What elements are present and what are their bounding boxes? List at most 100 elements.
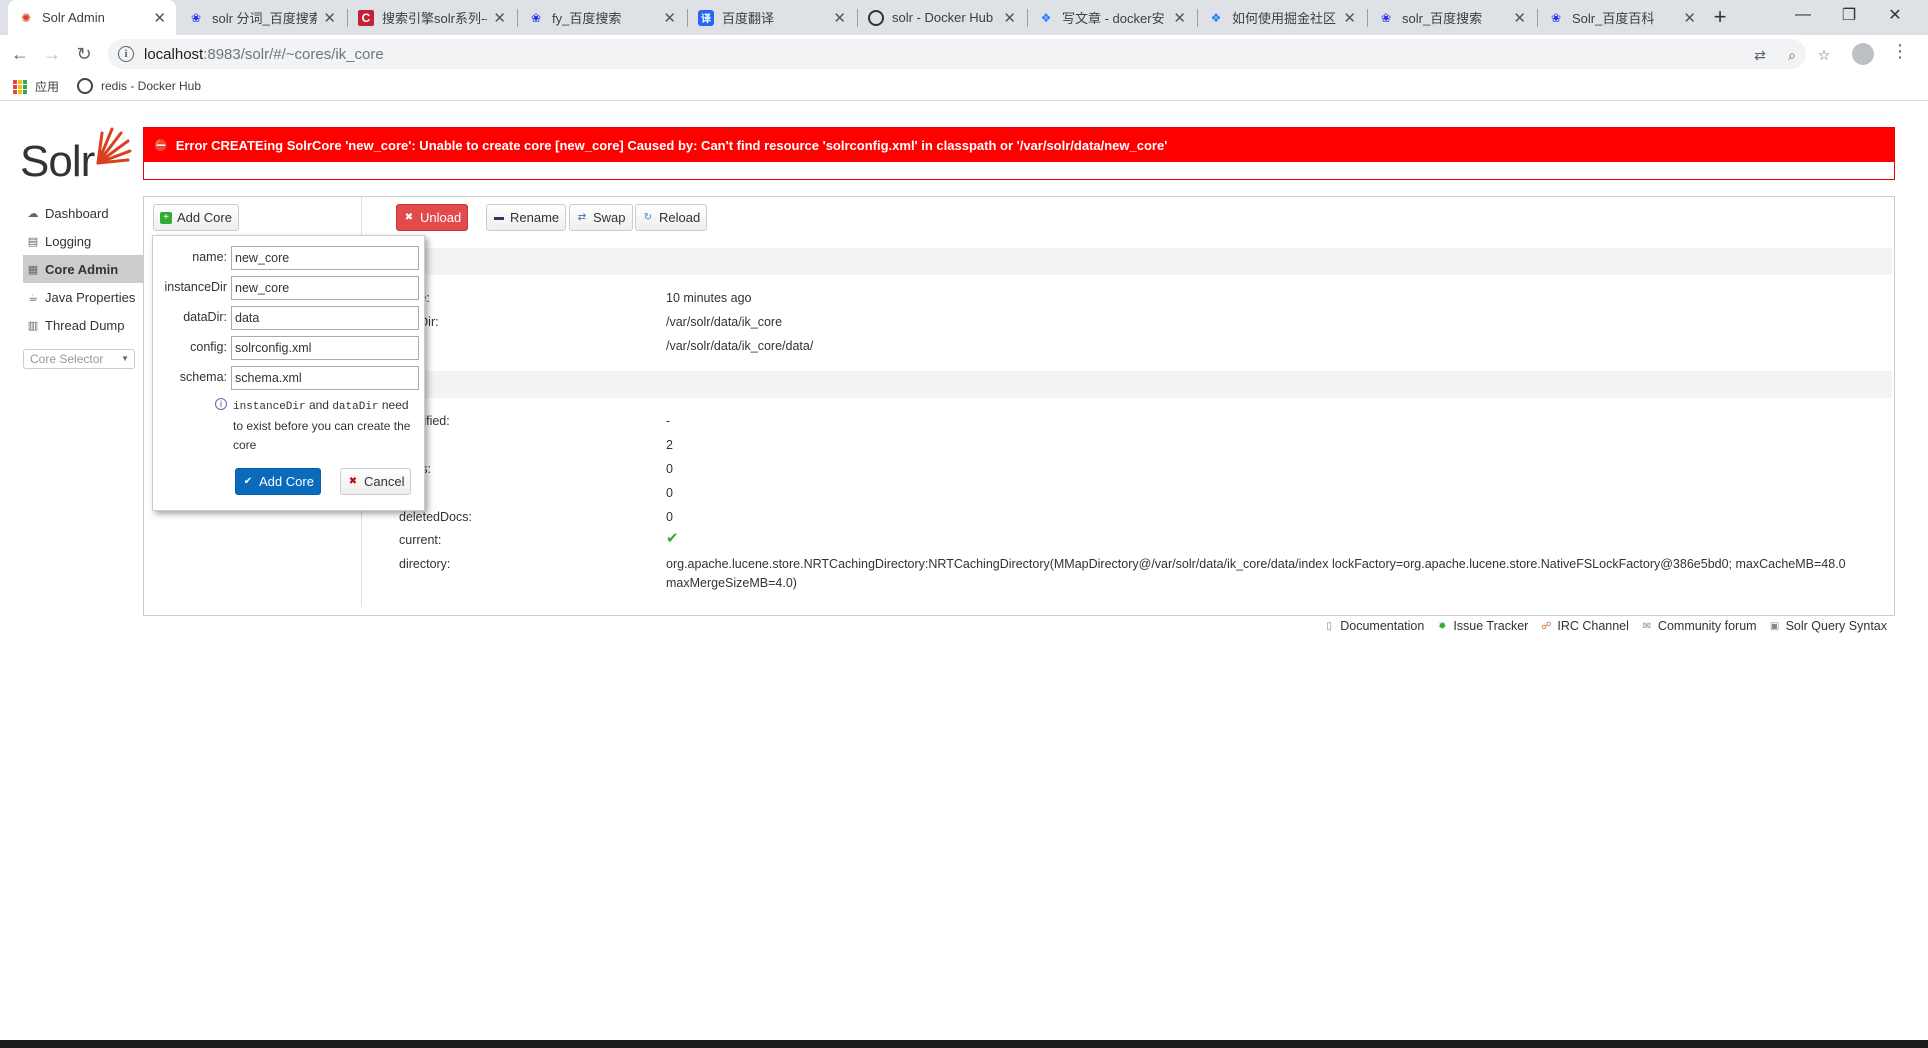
- close-icon[interactable]: ✕: [493, 9, 506, 27]
- check-icon: ✔: [243, 476, 253, 487]
- restore-button[interactable]: ❐: [1826, 0, 1872, 30]
- baidu-paw-icon: ❀: [190, 10, 202, 25]
- star-icon[interactable]: ☆: [1814, 45, 1834, 65]
- baidu-translate-icon: 译: [698, 9, 714, 26]
- form-row-instancedir: instanceDir: [153, 276, 426, 300]
- close-icon[interactable]: ✕: [153, 9, 166, 27]
- tab-title: 百度翻译: [722, 11, 775, 26]
- error-bar: ⛔ Error CREATEing SolrCore 'new_core': U…: [144, 128, 1894, 162]
- solr-logo[interactable]: Solr: [20, 125, 132, 186]
- juejin-icon: ❖: [1040, 10, 1052, 25]
- index-value: -: [666, 414, 671, 428]
- back-button[interactable]: ←: [6, 40, 34, 68]
- tab-baidu-solr[interactable]: ❀ solr 分词_百度搜索 ✕: [178, 0, 346, 35]
- field-label: schema:: [179, 370, 227, 384]
- close-icon[interactable]: ✕: [1003, 9, 1016, 27]
- baidu-paw-icon: ❀: [530, 10, 542, 25]
- unload-button[interactable]: ✖ Unload: [396, 204, 469, 231]
- data-dir-input[interactable]: [231, 306, 419, 330]
- rename-button[interactable]: ▬ Rename: [486, 204, 567, 231]
- submit-add-core-button[interactable]: ✔ Add Core: [235, 468, 321, 495]
- form-hint: instanceDir and dataDir need to exist be…: [233, 398, 411, 452]
- config-input[interactable]: [231, 336, 419, 360]
- tab-baidu-translate[interactable]: 译 百度翻译 ✕: [688, 0, 856, 35]
- core-admin-icon: ▦: [27, 263, 39, 276]
- close-icon[interactable]: ✕: [1513, 9, 1526, 27]
- footer-link-community-forum[interactable]: ✉ Community forum: [1641, 619, 1757, 633]
- footer-link-issue-tracker[interactable]: ✹ Issue Tracker: [1436, 619, 1528, 633]
- bookmark-redis-docker[interactable]: redis - Docker Hub: [77, 78, 201, 94]
- sidebar-item-java-properties[interactable]: ☕ Java Properties: [23, 283, 143, 311]
- rename-icon: ▬: [494, 212, 504, 223]
- close-icon[interactable]: ✕: [1173, 9, 1186, 27]
- close-icon[interactable]: ✕: [663, 9, 676, 27]
- sidebar-item-logging[interactable]: ▤ Logging: [23, 227, 143, 255]
- tab-title: fy_百度搜索: [552, 11, 622, 26]
- close-icon[interactable]: ✕: [833, 9, 846, 27]
- menu-icon[interactable]: ⋮: [1891, 41, 1909, 62]
- close-window-button[interactable]: ✕: [1872, 0, 1918, 30]
- add-core-button[interactable]: + Add Core: [153, 204, 239, 231]
- sidebar-item-label: Logging: [45, 233, 92, 249]
- footer-link-query-syntax[interactable]: ▣ Solr Query Syntax: [1769, 619, 1887, 633]
- sidebar-item-core-admin[interactable]: ▦ Core Admin: [23, 255, 143, 283]
- core-section-heading: ore: [358, 248, 1892, 275]
- tab-solr-baidu[interactable]: ❀ solr_百度搜索 ✕: [1368, 0, 1536, 35]
- docker-icon: [77, 78, 93, 94]
- field-label: dataDir:: [183, 310, 227, 324]
- index-value: 0: [666, 510, 673, 524]
- sidebar-item-label: Core Admin: [45, 261, 119, 277]
- tab-csdn[interactable]: C 搜索引擎solr系列--- ✕: [348, 0, 516, 35]
- name-input[interactable]: [231, 246, 419, 270]
- form-row-name: name:: [153, 246, 426, 270]
- tab-title: Solr_百度百科: [1572, 11, 1655, 26]
- minimize-button[interactable]: —: [1780, 0, 1826, 30]
- tab-solr-admin[interactable]: ✺ Solr Admin ✕: [8, 0, 176, 35]
- url-text[interactable]: localhost:8983/solr/#/~cores/ik_core: [144, 46, 384, 63]
- baidu-paw-icon: ❀: [1550, 10, 1562, 25]
- cancel-icon: ✖: [348, 476, 358, 487]
- footer-link-irc-channel[interactable]: ☍ IRC Channel: [1540, 619, 1629, 633]
- info-icon[interactable]: i: [118, 46, 134, 62]
- core-selector[interactable]: Core Selector ▼: [23, 349, 135, 369]
- csdn-icon: C: [358, 9, 374, 26]
- tab-title: solr 分词_百度搜索: [212, 11, 318, 26]
- forward-button[interactable]: →: [38, 40, 66, 68]
- profile-avatar[interactable]: [1852, 43, 1874, 65]
- close-icon[interactable]: ✕: [1683, 9, 1696, 27]
- bookmark-apps[interactable]: 应用: [13, 78, 59, 95]
- reload-button[interactable]: ↻ Reload: [635, 204, 708, 231]
- index-key: current:: [399, 533, 442, 547]
- new-tab-button[interactable]: +: [1706, 3, 1734, 31]
- cancel-button[interactable]: ✖ Cancel: [340, 468, 412, 495]
- core-value: /var/solr/data/ik_core/data/: [666, 339, 814, 353]
- tab-fy-baidu[interactable]: ❀ fy_百度搜索 ✕: [518, 0, 686, 35]
- tab-docker-hub[interactable]: solr - Docker Hub ✕: [858, 0, 1026, 35]
- tab-strip: ✺ Solr Admin ✕ ❀ solr 分词_百度搜索 ✕ C 搜索引擎so…: [0, 0, 1928, 35]
- close-icon[interactable]: ✕: [1343, 9, 1356, 27]
- translate-icon[interactable]: ⇄: [1750, 45, 1770, 65]
- close-icon[interactable]: ✕: [323, 9, 336, 27]
- footer-link-documentation[interactable]: ▯ Documentation: [1323, 619, 1424, 633]
- mail-icon: ✉: [1642, 620, 1652, 632]
- field-label: config:: [190, 340, 227, 354]
- form-row-config: config:: [153, 336, 426, 360]
- tab-solr-baike[interactable]: ❀ Solr_百度百科 ✕: [1538, 0, 1706, 35]
- bug-icon: ✹: [1438, 620, 1447, 632]
- index-value: org.apache.lucene.store.NRTCachingDirect…: [666, 557, 1846, 590]
- swap-button[interactable]: ⇄ Swap: [569, 204, 633, 231]
- sidebar-item-dashboard[interactable]: ☁ Dashboard: [23, 199, 143, 227]
- tab-juejin-howto[interactable]: ❖ 如何使用掘金社区 ✕: [1198, 0, 1366, 35]
- zoom-icon[interactable]: ⌕: [1782, 45, 1802, 65]
- sidebar-item-thread-dump[interactable]: ▥ Thread Dump: [23, 311, 143, 339]
- instance-dir-input[interactable]: [231, 276, 419, 300]
- tab-juejin-write[interactable]: ❖ 写文章 - docker安 ✕: [1028, 0, 1196, 35]
- reload-page-button[interactable]: ↻: [70, 40, 98, 68]
- schema-input[interactable]: [231, 366, 419, 390]
- address-bar[interactable]: i localhost:8983/solr/#/~cores/ik_core ⇄…: [108, 39, 1830, 69]
- error-banner: ⛔ Error CREATEing SolrCore 'new_core': U…: [143, 127, 1895, 180]
- plus-icon: +: [160, 211, 172, 224]
- field-label: name:: [192, 250, 227, 264]
- chevron-down-icon: ▼: [121, 354, 129, 363]
- bookmark-label: 应用: [35, 80, 60, 94]
